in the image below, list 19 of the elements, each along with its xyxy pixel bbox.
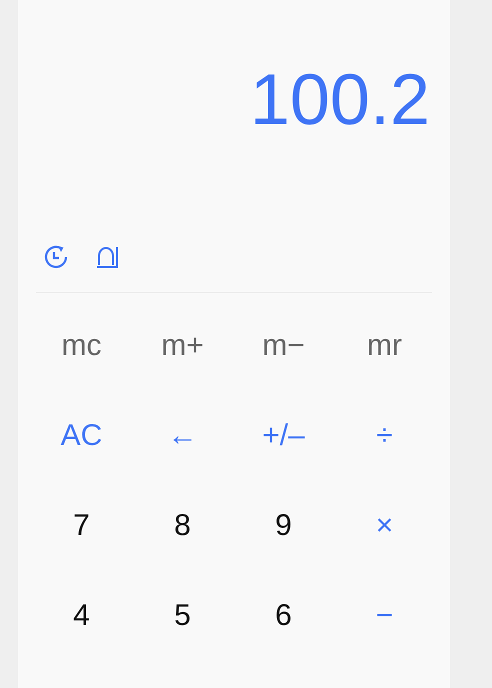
- history-icon[interactable]: [42, 243, 70, 271]
- calculator-key[interactable]: 9: [275, 508, 292, 544]
- calculator-key[interactable]: mc: [62, 328, 102, 364]
- calculator-key[interactable]: m+: [161, 328, 204, 364]
- calculator-key[interactable]: ÷: [376, 418, 393, 454]
- calculator-key[interactable]: 8: [174, 508, 191, 544]
- calculator-key[interactable]: 4: [73, 598, 90, 634]
- calculator-key[interactable]: −: [376, 598, 394, 634]
- calculator-key[interactable]: mr: [367, 328, 402, 364]
- display-value: 100.2: [250, 64, 430, 136]
- calculator-key[interactable]: AC: [60, 418, 102, 454]
- calculator-key[interactable]: ×: [376, 508, 394, 544]
- calculator-key[interactable]: 6: [275, 598, 292, 634]
- calculator-key[interactable]: m−: [262, 328, 305, 364]
- calculator-key[interactable]: +/–: [262, 418, 305, 454]
- calculator-key[interactable]: 7: [73, 508, 90, 544]
- calculator-key[interactable]: ←: [168, 418, 198, 454]
- curve-icon[interactable]: [96, 245, 120, 269]
- calculator-key[interactable]: 5: [174, 598, 191, 634]
